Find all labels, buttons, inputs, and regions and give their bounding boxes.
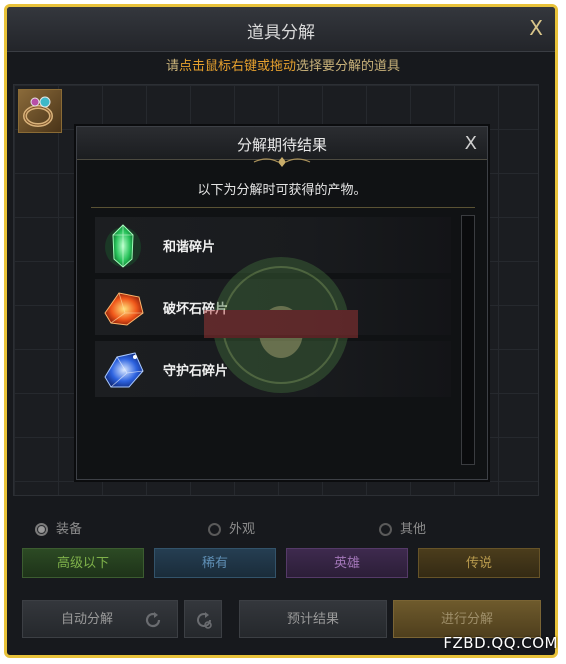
- preview-results-button[interactable]: 预计结果: [239, 600, 387, 638]
- radio-label: 外观: [229, 522, 256, 537]
- blue-crystal-icon: [104, 352, 144, 388]
- radio-dot-icon: [208, 523, 221, 536]
- radio-equipment[interactable]: 装备: [35, 518, 82, 537]
- execute-disassemble-button[interactable]: 进行分解: [393, 600, 541, 638]
- auto-disassemble-button[interactable]: 自动分解: [22, 600, 178, 638]
- expected-results-dialog: 分解期待结果 X 以下为分解时可获得的产物。 和谐碎片 破坏石碎片 守护石碎片: [76, 126, 488, 480]
- ring-icon: [23, 96, 53, 127]
- radio-appearance[interactable]: 外观: [208, 518, 255, 537]
- result-list: 和谐碎片 破坏石碎片 守护石碎片: [95, 217, 451, 465]
- list-item[interactable]: 和谐碎片: [95, 217, 451, 273]
- ring-item-slot[interactable]: [18, 89, 62, 133]
- dialog-close-button[interactable]: X: [465, 133, 477, 154]
- auto-settings-button[interactable]: [184, 600, 222, 638]
- refresh-icon: [145, 612, 161, 628]
- grade-advanced-button[interactable]: 高级以下: [22, 548, 144, 578]
- dialog-divider: [91, 207, 475, 208]
- dialog-title: 分解期待结果: [236, 136, 327, 154]
- item-label: 和谐碎片: [163, 240, 216, 255]
- window-close-button[interactable]: X: [529, 16, 543, 40]
- item-label: 守护石碎片: [163, 364, 229, 379]
- green-crystal-icon: [105, 224, 141, 268]
- red-crystal-icon: [104, 292, 144, 326]
- list-item[interactable]: 守护石碎片: [95, 341, 451, 397]
- instruction-text: 请点击鼠标右键或拖动选择要分解的道具: [0, 55, 566, 74]
- title-ornament-icon: [253, 157, 311, 167]
- cycle-gear-icon: [197, 612, 212, 629]
- auto-disassemble-label: 自动分解: [61, 612, 114, 627]
- window-title: 道具分解: [247, 23, 315, 43]
- instruction-highlight: 点击鼠标右键或拖动: [178, 59, 296, 74]
- list-item[interactable]: 破坏石碎片: [95, 279, 451, 335]
- radio-dot-icon: [35, 523, 48, 536]
- result-list-scrollbar[interactable]: [461, 215, 475, 465]
- instruction-post: 选择要分解的道具: [296, 59, 401, 74]
- instruction-pre: 请: [165, 59, 179, 74]
- window-titlebar[interactable]: 道具分解 X: [7, 7, 555, 52]
- grade-hero-button[interactable]: 英雄: [286, 548, 408, 578]
- grade-rare-button[interactable]: 稀有: [154, 548, 276, 578]
- radio-label: 其他: [400, 522, 427, 537]
- radio-other[interactable]: 其他: [379, 518, 426, 537]
- dialog-subtitle: 以下为分解时可获得的产物。: [197, 183, 367, 198]
- site-watermark: FZBD.QQ.COM: [443, 634, 558, 652]
- item-label: 破坏石碎片: [163, 302, 229, 317]
- radio-dot-icon: [379, 523, 392, 536]
- grade-legend-button[interactable]: 传说: [418, 548, 540, 578]
- radio-label: 装备: [56, 522, 83, 537]
